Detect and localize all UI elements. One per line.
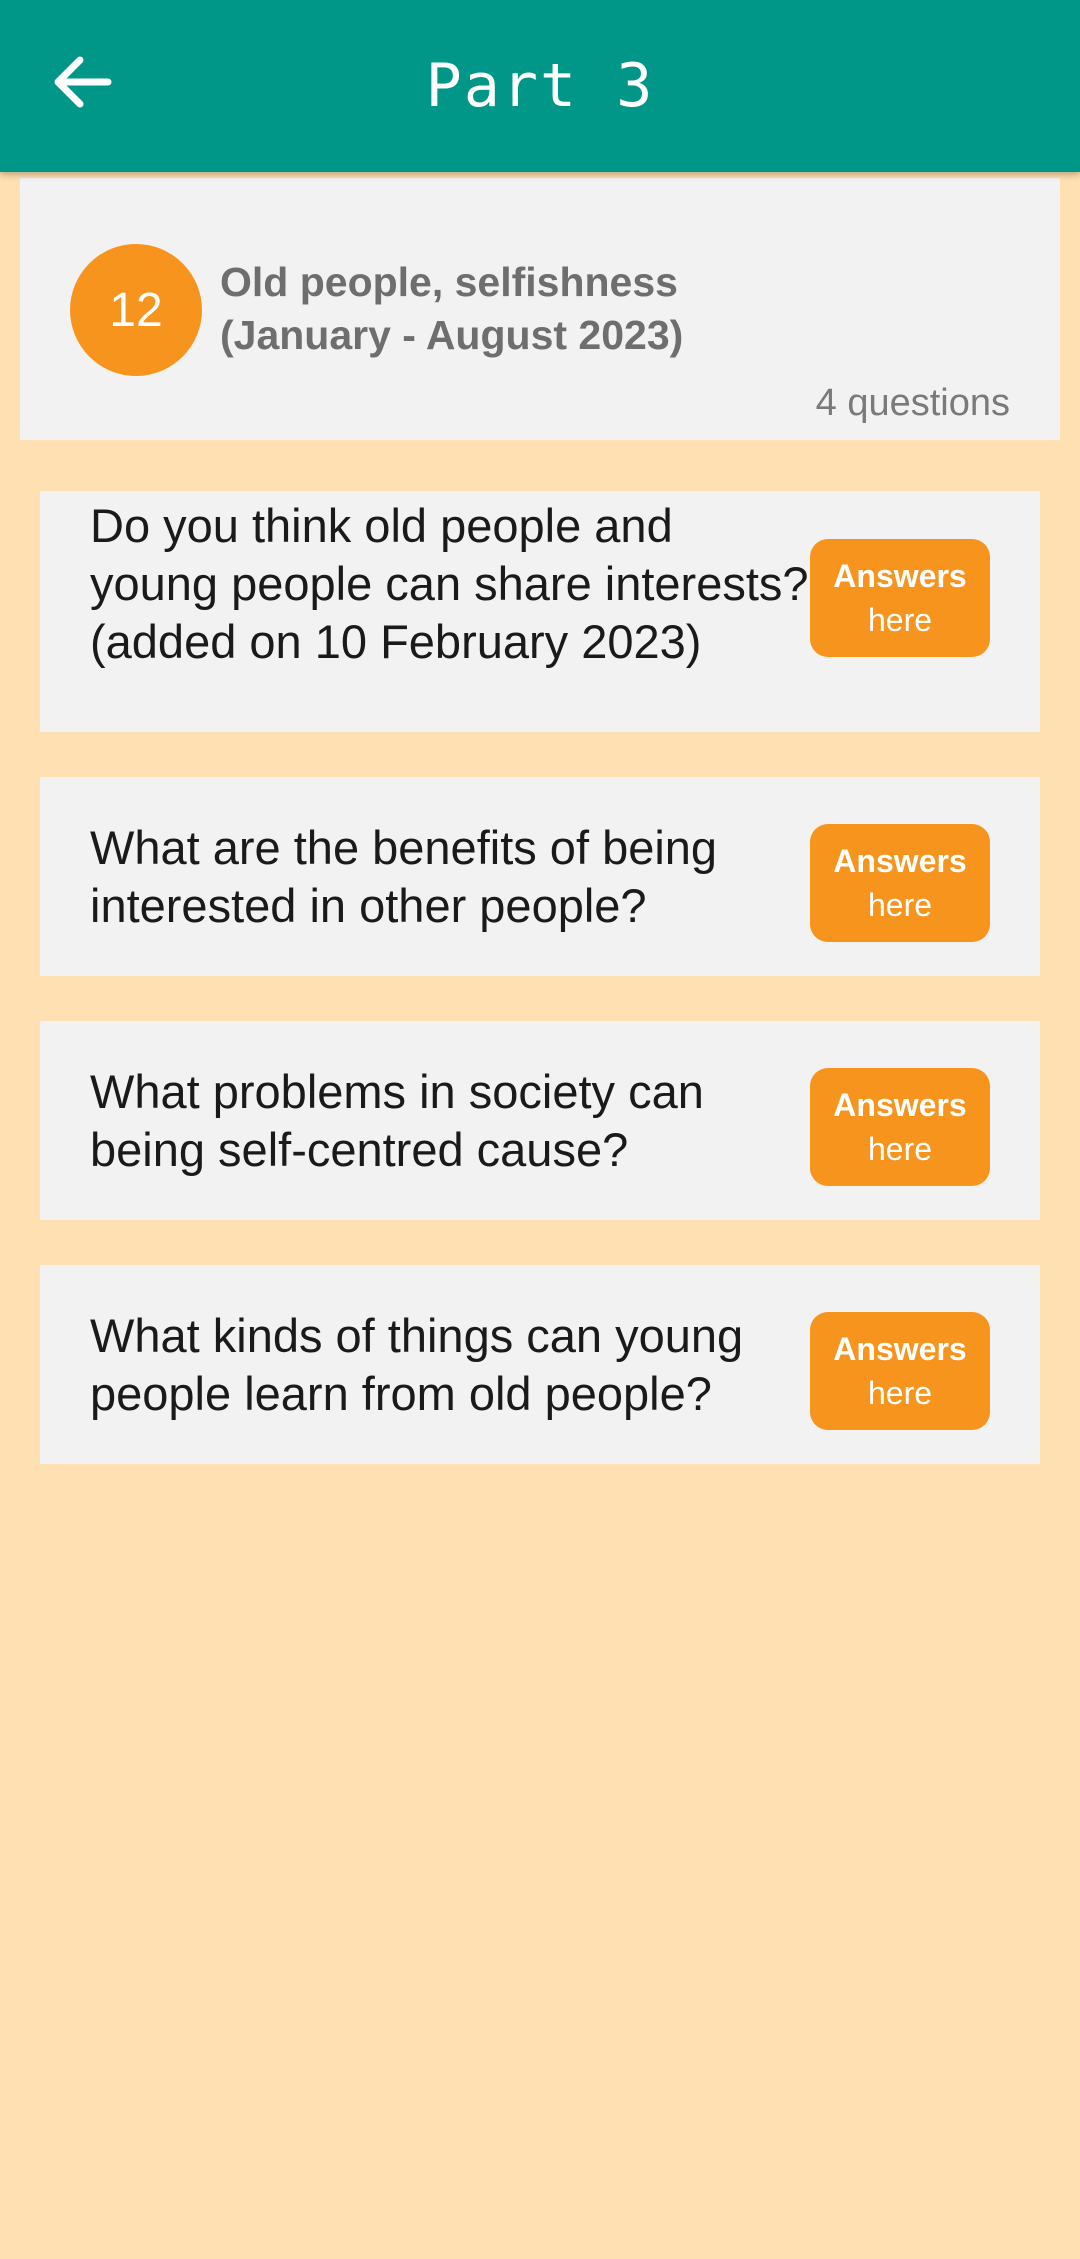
question-text: Do you think old people and young people… xyxy=(90,499,809,668)
answers-button[interactable]: Answers here xyxy=(810,1068,990,1186)
answers-button-sublabel: here xyxy=(867,602,933,638)
answers-button-label: Answers xyxy=(833,1087,967,1123)
answers-button[interactable]: Answers here xyxy=(810,1312,990,1430)
answers-button-sublabel: here xyxy=(867,887,933,923)
answers-button-label: Answers xyxy=(833,1331,967,1367)
answers-button-label: Answers xyxy=(833,843,967,879)
app-bar: Part 3 xyxy=(0,0,1080,172)
answers-button-sublabel: here xyxy=(867,1131,933,1167)
answers-button-label: Answers xyxy=(833,558,967,594)
question-card: What problems in society can being self-… xyxy=(40,1021,1040,1220)
question-card: What are the benefits of being intereste… xyxy=(40,777,1040,976)
answers-button[interactable]: Answers here xyxy=(810,824,990,942)
answers-button[interactable]: Answers here xyxy=(810,539,990,657)
question-card: Do you think old people and young people… xyxy=(40,491,1040,732)
question-text: What are the benefits of being intereste… xyxy=(90,821,718,932)
question-card: What kinds of things can young people le… xyxy=(40,1265,1040,1464)
topic-header-card: 12 Old people, selfishness (January - Au… xyxy=(20,178,1060,440)
topic-title: Old people, selfishness (January - Augus… xyxy=(220,259,684,358)
question-count: 4 questions xyxy=(815,382,1010,424)
question-text: What problems in society can being self-… xyxy=(90,1065,704,1176)
topic-number-badge: 12 xyxy=(70,244,202,376)
question-text: What kinds of things can young people le… xyxy=(90,1309,744,1420)
page-title: Part 3 xyxy=(425,51,655,121)
answers-button-sublabel: here xyxy=(867,1375,933,1411)
